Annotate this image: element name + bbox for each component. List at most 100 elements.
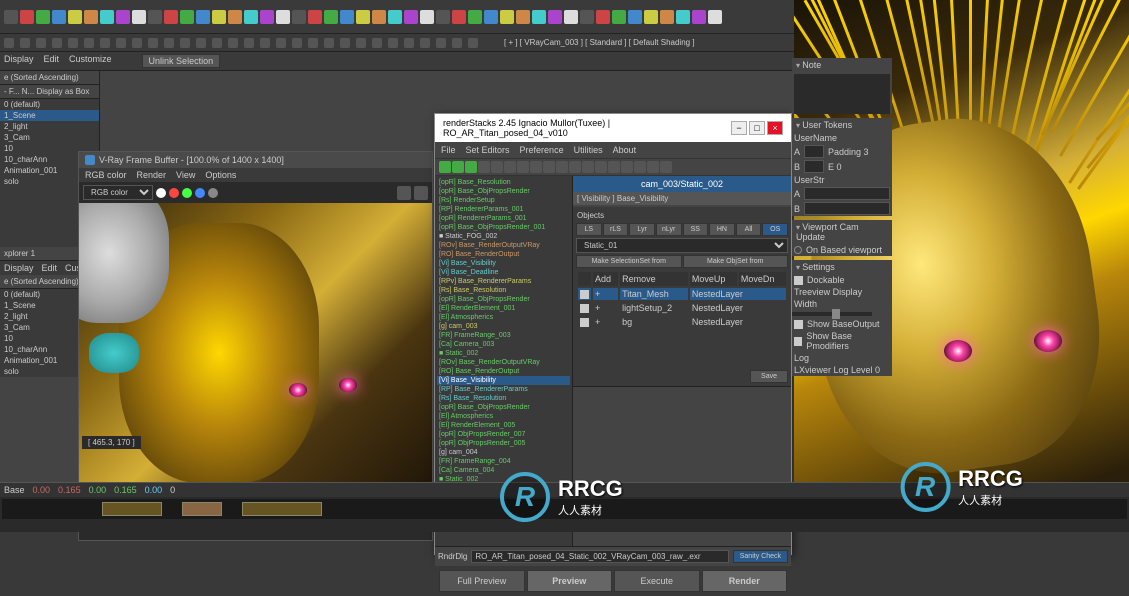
transport-icon[interactable]	[36, 38, 46, 48]
preview-button[interactable]: Preview	[527, 570, 613, 592]
tree-item[interactable]: ■ Static_FOG_002	[437, 232, 570, 241]
toolbar-icon[interactable]	[420, 10, 434, 24]
menu-display[interactable]: Display	[4, 263, 34, 273]
toolbar-icon[interactable]	[612, 10, 626, 24]
rs-menu-utilities[interactable]: Utilities	[574, 145, 603, 155]
toolbar-icon[interactable]	[516, 10, 530, 24]
make-selset-button[interactable]: Make SelectionSet from	[576, 255, 682, 268]
rs-menu-file[interactable]: File	[441, 145, 456, 155]
rs-toolbar-icon[interactable]	[491, 161, 503, 173]
toolbar-icon[interactable]	[212, 10, 226, 24]
tree-item[interactable]: [RP] Base_RendererParams	[437, 385, 570, 394]
filter-nlyr[interactable]: nLyr	[656, 223, 682, 236]
rs-toolbar-icon[interactable]	[465, 161, 477, 173]
rs-toolbar-icon[interactable]	[556, 161, 568, 173]
filter-ls[interactable]: LS	[576, 223, 602, 236]
tree-item[interactable]: [Vi] Base_Visibility	[437, 376, 570, 385]
rs-toolbar-icon[interactable]	[452, 161, 464, 173]
transport-icon[interactable]	[52, 38, 62, 48]
obj-row[interactable]: +bgNestedLayer	[578, 316, 786, 328]
toolbar-icon[interactable]	[228, 10, 242, 24]
radio-icon[interactable]	[794, 246, 802, 254]
sanity-check-button[interactable]: Sanity Check	[733, 550, 788, 563]
transport-icon[interactable]	[68, 38, 78, 48]
toolbar-icon[interactable]	[260, 10, 274, 24]
channel-dot-white[interactable]	[156, 188, 166, 198]
transport-icon[interactable]	[452, 38, 462, 48]
showmod-checkbox[interactable]: ✓	[794, 337, 802, 346]
tree-item[interactable]: [opR] Base_ObjPropsRender	[437, 295, 570, 304]
vfb-titlebar[interactable]: V-Ray Frame Buffer - [100.0% of 1400 x 1…	[79, 152, 432, 168]
toolbar-icon[interactable]	[692, 10, 706, 24]
vfb-menu-item[interactable]: RGB color	[85, 170, 127, 180]
toolbar-icon[interactable]	[564, 10, 578, 24]
minimize-button[interactable]: −	[731, 121, 747, 135]
render-preview-image[interactable]	[79, 203, 432, 513]
toolbar-icon[interactable]	[468, 10, 482, 24]
toolbar-icon[interactable]	[580, 10, 594, 24]
transport-icon[interactable]	[436, 38, 446, 48]
toolbar-icon[interactable]	[132, 10, 146, 24]
note-field[interactable]	[794, 74, 890, 114]
col-add[interactable]: Add	[593, 272, 618, 286]
toolbar-icon[interactable]	[308, 10, 322, 24]
obj-checkbox[interactable]: ✓	[580, 290, 589, 299]
channel-dot-red[interactable]	[169, 188, 179, 198]
tree-item[interactable]: [g] cam_003	[437, 322, 570, 331]
col-remove[interactable]: Remove	[620, 272, 688, 286]
tree-item[interactable]: [El] Atmospherics	[437, 412, 570, 421]
usertokens-header[interactable]: ▾ User Tokens	[792, 118, 892, 132]
toolbar-icon[interactable]	[484, 10, 498, 24]
toolbar-icon[interactable]	[708, 10, 722, 24]
dockable-checkbox[interactable]	[794, 276, 803, 285]
transport-icon[interactable]	[340, 38, 350, 48]
rs-active-tab[interactable]: cam_003/Static_002	[573, 176, 791, 192]
toolbar-icon[interactable]	[84, 10, 98, 24]
toolbar-icon[interactable]	[404, 10, 418, 24]
vfb-menu-item[interactable]: Options	[205, 170, 236, 180]
rs-toolbar-icon[interactable]	[543, 161, 555, 173]
toolbar-icon[interactable]	[372, 10, 386, 24]
tree-item[interactable]: [Rs] RenderSetup	[437, 196, 570, 205]
toolbar-icon[interactable]	[452, 10, 466, 24]
static-dropdown[interactable]: Static_01	[576, 238, 788, 253]
rs-toolbar-icon[interactable]	[530, 161, 542, 173]
tree-item[interactable]: [opR] Base_Resolution	[437, 178, 570, 187]
layer-row[interactable]: 3_Cam	[0, 132, 99, 143]
menu-display[interactable]: Display	[4, 54, 34, 68]
transport-icon[interactable]	[372, 38, 382, 48]
transport-icon[interactable]	[164, 38, 174, 48]
rs-toolbar-icon[interactable]	[660, 161, 672, 173]
obj-row[interactable]: +lightSetup_2NestedLayer	[578, 302, 786, 314]
toolbar-icon[interactable]	[324, 10, 338, 24]
toolbar-icon[interactable]	[276, 10, 290, 24]
toolbar-icon[interactable]	[388, 10, 402, 24]
vpcam-header[interactable]: ▾ Viewport Cam Update	[792, 220, 892, 244]
tree-item[interactable]: [Vi] Base_Deadline	[437, 268, 570, 277]
rs-toolbar-icon[interactable]	[582, 161, 594, 173]
toolbar-icon[interactable]	[244, 10, 258, 24]
transport-icon[interactable]	[244, 38, 254, 48]
transport-icon[interactable]	[84, 38, 94, 48]
rs-titlebar[interactable]: renderStacks 2.45 Ignacio Mullor(Tuxee) …	[435, 114, 791, 142]
rs-toolbar-icon[interactable]	[608, 161, 620, 173]
filter-ss[interactable]: SS	[683, 223, 709, 236]
toolbar-icon[interactable]	[292, 10, 306, 24]
transport-icon[interactable]	[292, 38, 302, 48]
transport-icon[interactable]	[116, 38, 126, 48]
tree-item[interactable]: [RPv] Base_RendererParams	[437, 277, 570, 286]
transport-icon[interactable]	[356, 38, 366, 48]
toolbar-icon[interactable]	[436, 10, 450, 24]
toolbar-icon[interactable]	[116, 10, 130, 24]
vpcam-option[interactable]: On Based viewport	[806, 245, 882, 255]
toolbar-icon[interactable]	[196, 10, 210, 24]
tree-item[interactable]: [El] RenderElement_001	[437, 304, 570, 313]
ut-b-input[interactable]	[804, 160, 824, 173]
rs-toolbar-icon[interactable]	[569, 161, 581, 173]
transport-icon[interactable]	[180, 38, 190, 48]
tree-item[interactable]: [RO] Base_RenderOutput	[437, 250, 570, 259]
rs-menu-about[interactable]: About	[613, 145, 637, 155]
vfb-tool-icon[interactable]	[414, 186, 428, 200]
layer-row[interactable]: 0 (default)	[0, 99, 99, 110]
viewport-tabs[interactable]: [ + ] [ VRayCam_003 ] [ Standard ] [ Def…	[504, 38, 695, 47]
